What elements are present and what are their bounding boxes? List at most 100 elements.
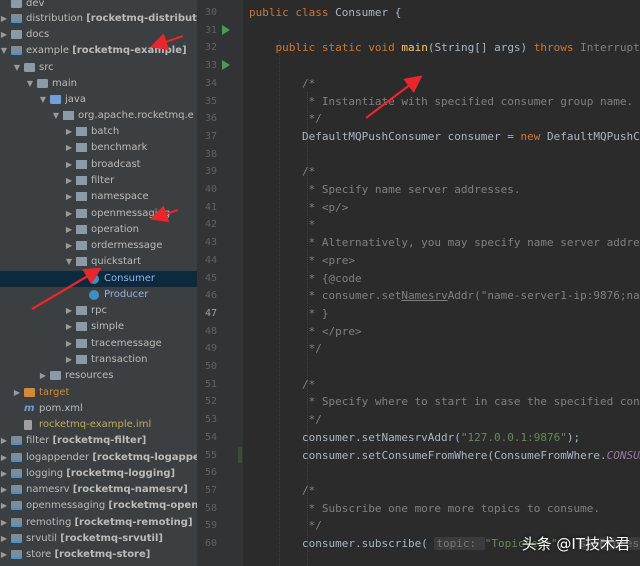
- tree-item[interactable]: ▶ distribution [rocketmq-distribution]: [0, 11, 197, 27]
- line-number: 54: [204, 431, 217, 443]
- tree-item-label: namesrv: [26, 484, 70, 495]
- tree-item[interactable]: ▼ main: [0, 76, 197, 92]
- tree-item[interactable]: Producer: [0, 287, 197, 303]
- tree-item[interactable]: ▶ tracemessage: [0, 336, 197, 352]
- maven-icon: m: [24, 403, 35, 414]
- collapsed-arrow-icon[interactable]: ▶: [12, 385, 22, 401]
- tree-item[interactable]: m pom.xml: [0, 401, 197, 417]
- code-line: consumer.setConsumeFromWhere(ConsumeFrom…: [249, 447, 640, 464]
- tree-item[interactable]: ▶ logging [rocketmq-logging]: [0, 466, 197, 482]
- tree-item-label: src: [39, 62, 54, 73]
- line-number: 47: [204, 307, 217, 319]
- code-line: public class Consumer {: [249, 4, 401, 21]
- tree-item[interactable]: ▶ namesrv [rocketmq-namesrv]: [0, 482, 197, 498]
- tree-item[interactable]: ▼ java: [0, 92, 197, 108]
- code-token: CONSUME_FROM_FIRST_OFFSET: [606, 448, 640, 462]
- tree-item[interactable]: ▶ openmessaging: [0, 206, 197, 222]
- code-token: * </pre>: [249, 324, 362, 338]
- tree-item-label: broadcast: [91, 159, 141, 170]
- tree-item[interactable]: ▼ src: [0, 60, 197, 76]
- collapsed-arrow-icon[interactable]: ▶: [0, 498, 9, 514]
- tree-item[interactable]: ▶ benchmark: [0, 140, 197, 156]
- code-token: */: [249, 519, 322, 533]
- collapsed-arrow-icon[interactable]: ▶: [64, 206, 74, 222]
- code-editor[interactable]: */ public class Consumer { public static …: [243, 0, 640, 566]
- tree-item-label: logappender: [26, 452, 90, 463]
- tree-item-module-name: [rocketmq-openmessaging]: [108, 500, 197, 511]
- tree-item[interactable]: ▶ target: [0, 385, 197, 401]
- tree-item[interactable]: ▶ remoting [rocketmq-remoting]: [0, 515, 197, 531]
- tree-item[interactable]: ▶ operation: [0, 222, 197, 238]
- run-gutter-icon[interactable]: [222, 24, 230, 35]
- collapsed-arrow-icon[interactable]: ▶: [0, 433, 9, 449]
- tree-item[interactable]: ▶ ordermessage: [0, 238, 197, 254]
- code-line: * Alternatively, you may specify name se…: [249, 234, 640, 251]
- tree-item[interactable]: ▶ logappender [rocketmq-logappender]: [0, 450, 197, 466]
- collapsed-arrow-icon[interactable]: ▶: [64, 319, 74, 335]
- tree-item[interactable]: ▶ resources: [0, 368, 197, 384]
- tree-item[interactable]: ▶ filter: [0, 173, 197, 189]
- tree-item-module-name: [rocketmq-logappender]: [92, 452, 197, 463]
- tree-item[interactable]: ▶ openmessaging [rocketmq-openmessaging]: [0, 498, 197, 514]
- expanded-arrow-icon[interactable]: ▼: [51, 108, 61, 124]
- tree-item-label: java: [65, 94, 86, 105]
- line-number: 46: [204, 290, 217, 302]
- collapsed-arrow-icon[interactable]: ▶: [0, 482, 9, 498]
- collapsed-arrow-icon[interactable]: ▶: [0, 547, 9, 563]
- line-number: 57: [204, 484, 217, 496]
- line-number: 33: [204, 60, 217, 72]
- expanded-arrow-icon[interactable]: ▼: [64, 254, 74, 270]
- tree-item[interactable]: ▶ transaction: [0, 352, 197, 368]
- line-number: 39: [204, 166, 217, 178]
- collapsed-arrow-icon[interactable]: ▶: [64, 336, 74, 352]
- collapsed-arrow-icon[interactable]: ▶: [64, 189, 74, 205]
- line-number: 53: [204, 414, 217, 426]
- collapsed-arrow-icon[interactable]: ▶: [0, 531, 9, 547]
- project-tree[interactable]: dev ▶ distribution [rocketmq-distribution]…: [0, 0, 197, 566]
- tree-item[interactable]: Consumer: [0, 271, 197, 287]
- code-token: * Specify where to start in case the spe…: [249, 395, 640, 409]
- line-number: 30: [204, 7, 217, 18]
- collapsed-arrow-icon[interactable]: ▶: [64, 173, 74, 189]
- tree-item-label: operation: [91, 224, 140, 235]
- expanded-arrow-icon[interactable]: ▼: [38, 92, 48, 108]
- tree-item[interactable]: ▶ simple: [0, 319, 197, 335]
- code-token: * Alternatively, you may specify name se…: [249, 236, 640, 250]
- expanded-arrow-icon[interactable]: ▼: [0, 43, 9, 59]
- collapsed-arrow-icon[interactable]: ▶: [64, 238, 74, 254]
- tree-item[interactable]: rocketmq-example.iml: [0, 417, 197, 433]
- collapsed-arrow-icon[interactable]: ▶: [64, 222, 74, 238]
- expanded-arrow-icon[interactable]: ▼: [12, 60, 22, 76]
- tree-item[interactable]: ▶ filter [rocketmq-filter]: [0, 433, 197, 449]
- tree-item[interactable]: ▶ batch: [0, 124, 197, 140]
- collapsed-arrow-icon[interactable]: ▶: [0, 27, 9, 43]
- code-token: * }: [249, 306, 329, 320]
- collapsed-arrow-icon[interactable]: ▶: [64, 140, 74, 156]
- collapsed-arrow-icon[interactable]: ▶: [64, 124, 74, 140]
- code-token: */: [249, 342, 322, 356]
- collapsed-arrow-icon[interactable]: ▶: [38, 368, 48, 384]
- run-gutter-icon[interactable]: [222, 60, 230, 71]
- collapsed-arrow-icon[interactable]: ▶: [0, 515, 9, 531]
- package-icon: [76, 127, 87, 136]
- code-line: * <p/>: [249, 199, 349, 216]
- tree-item[interactable]: ▶ namespace: [0, 189, 197, 205]
- tree-item[interactable]: ▶ rpc: [0, 303, 197, 319]
- tree-item[interactable]: ▶ docs: [0, 27, 197, 43]
- tree-item[interactable]: ▼ quickstart: [0, 254, 197, 270]
- tree-item[interactable]: ▶ store [rocketmq-store]: [0, 547, 197, 563]
- collapsed-arrow-icon[interactable]: ▶: [64, 157, 74, 173]
- code-token: */: [249, 112, 322, 126]
- collapsed-arrow-icon[interactable]: ▶: [0, 11, 9, 27]
- tree-item[interactable]: ▶ srvutil [rocketmq-srvutil]: [0, 531, 197, 547]
- collapsed-arrow-icon[interactable]: ▶: [64, 352, 74, 368]
- code-token: /*: [249, 165, 316, 179]
- tree-item[interactable]: ▼ example [rocketmq-example]: [0, 43, 197, 59]
- tree-item[interactable]: ▶ broadcast: [0, 157, 197, 173]
- expanded-arrow-icon[interactable]: ▼: [25, 76, 35, 92]
- collapsed-arrow-icon[interactable]: ▶: [0, 466, 9, 482]
- collapsed-arrow-icon[interactable]: ▶: [0, 450, 9, 466]
- line-number: 52: [204, 396, 217, 408]
- collapsed-arrow-icon[interactable]: ▶: [64, 303, 74, 319]
- tree-item[interactable]: ▼ org.apache.rocketmq.e: [0, 108, 197, 124]
